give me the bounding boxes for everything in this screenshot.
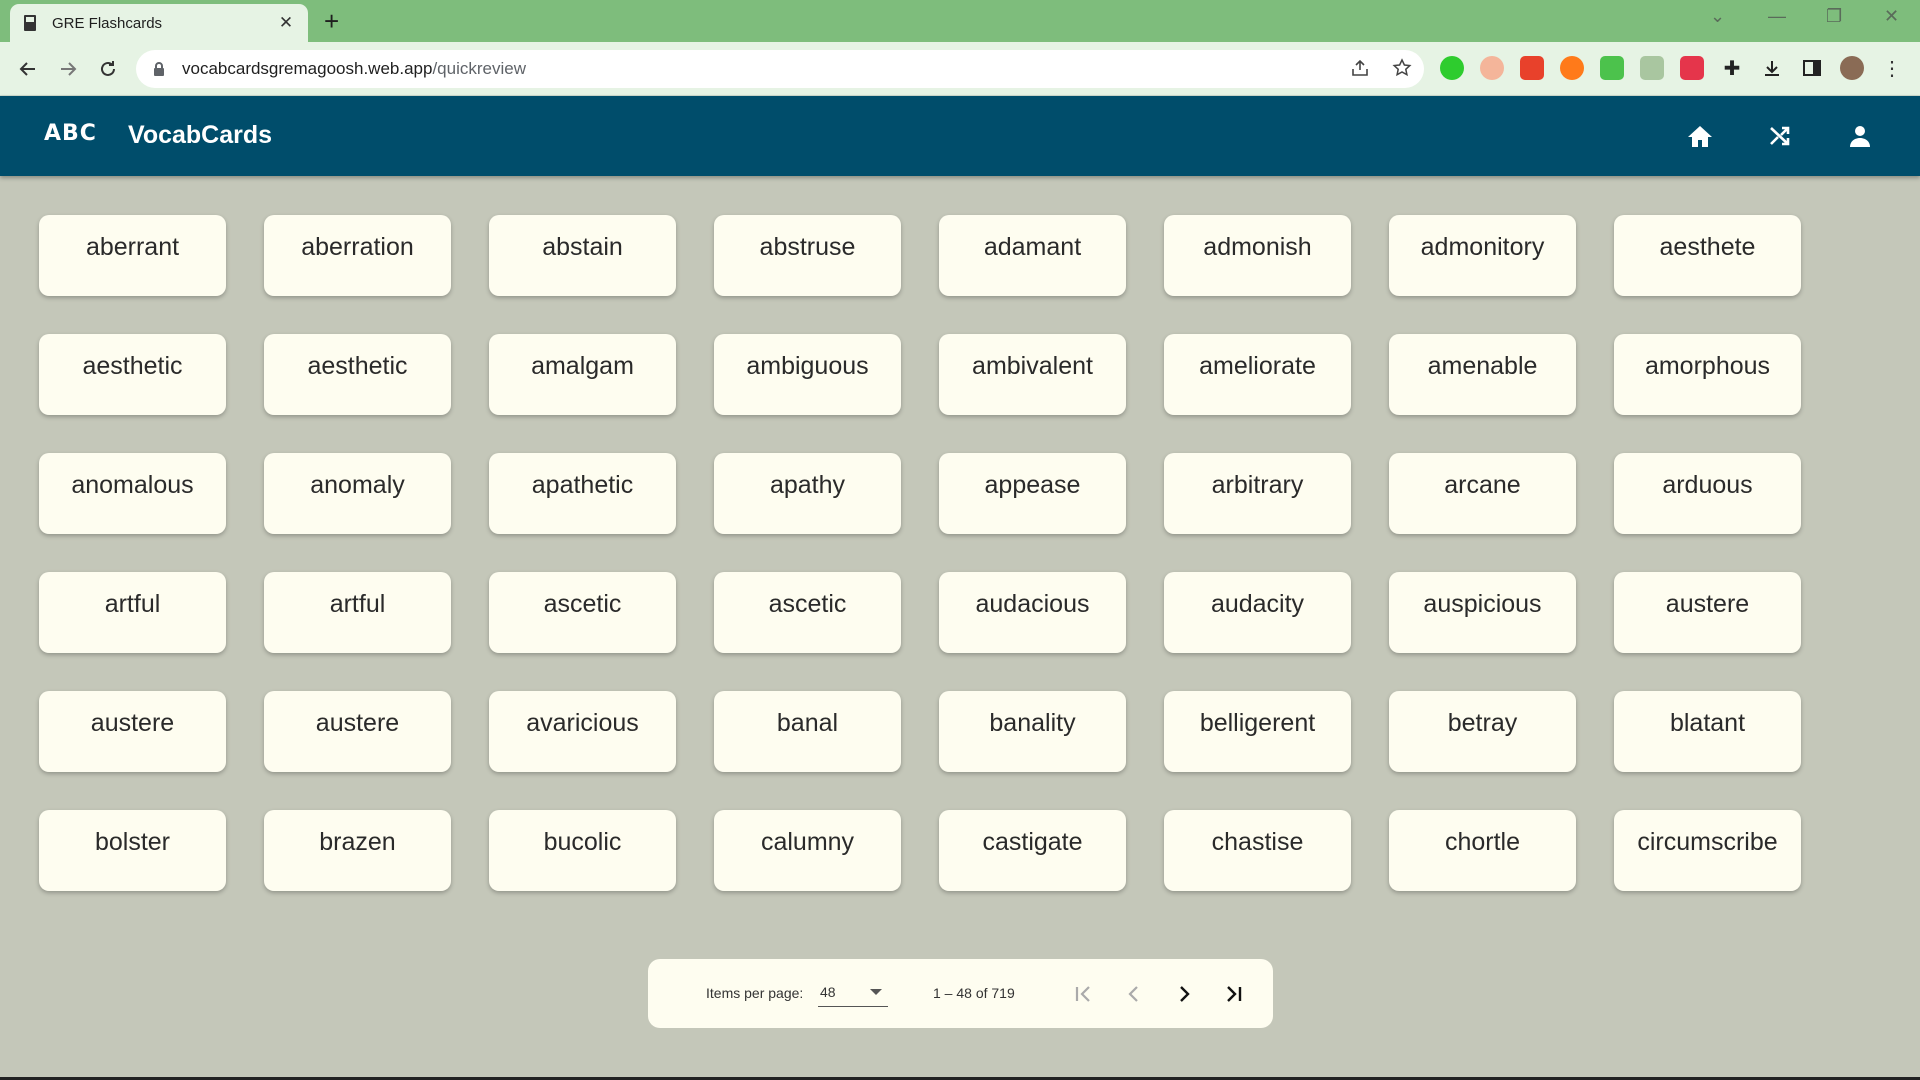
previous-page-icon[interactable]: [1116, 976, 1152, 1012]
back-icon[interactable]: [12, 53, 44, 85]
app-title[interactable]: VocabCards: [128, 121, 272, 150]
flashcard[interactable]: aberrant: [39, 215, 226, 296]
flashcard[interactable]: ameliorate: [1164, 334, 1351, 415]
flashcard[interactable]: amalgam: [489, 334, 676, 415]
flashcard[interactable]: chastise: [1164, 810, 1351, 891]
extension-mail-icon[interactable]: [1640, 56, 1664, 80]
app-logo[interactable]: ABC: [44, 121, 97, 146]
flashcard[interactable]: arcane: [1389, 453, 1576, 534]
lock-icon[interactable]: [150, 60, 168, 78]
flashcard[interactable]: amenable: [1389, 334, 1576, 415]
items-per-page-label: Items per page:: [706, 985, 804, 1001]
flashcard[interactable]: adamant: [939, 215, 1126, 296]
flashcard-favicon-icon: [22, 14, 38, 32]
flashcard[interactable]: admonish: [1164, 215, 1351, 296]
flashcard[interactable]: artful: [39, 572, 226, 653]
flashcard[interactable]: arduous: [1614, 453, 1801, 534]
account-icon[interactable]: [1842, 118, 1878, 154]
flashcard[interactable]: auspicious: [1389, 572, 1576, 653]
flashcard[interactable]: anomalous: [39, 453, 226, 534]
flashcard[interactable]: bucolic: [489, 810, 676, 891]
flashcard[interactable]: aesthete: [1614, 215, 1801, 296]
download-icon[interactable]: [1760, 56, 1784, 80]
items-per-page-select[interactable]: 48: [818, 977, 888, 1007]
extension-lock-icon[interactable]: [1600, 56, 1624, 80]
close-window-icon[interactable]: ✕: [1884, 6, 1899, 27]
flashcard[interactable]: ambiguous: [714, 334, 901, 415]
paginator: Items per page: 48 1 – 48 of 719: [648, 959, 1273, 1028]
restore-icon[interactable]: ❐: [1826, 6, 1842, 27]
flashcard-grid: aberrant aberration abstain abstruse adamant…: [39, 215, 1801, 891]
flashcard[interactable]: austere: [39, 691, 226, 772]
url-path: /quickreview: [432, 59, 526, 78]
flashcard[interactable]: banality: [939, 691, 1126, 772]
flashcard[interactable]: brazen: [264, 810, 451, 891]
flashcard[interactable]: belligerent: [1164, 691, 1351, 772]
first-page-icon[interactable]: [1066, 976, 1102, 1012]
close-tab-icon[interactable]: ✕: [276, 13, 296, 33]
flashcard[interactable]: austere: [264, 691, 451, 772]
items-per-page-value: 48: [820, 983, 836, 1000]
bookmark-star-icon[interactable]: [1392, 58, 1412, 83]
flashcard[interactable]: ascetic: [489, 572, 676, 653]
flashcard[interactable]: calumny: [714, 810, 901, 891]
flashcard[interactable]: ascetic: [714, 572, 901, 653]
flashcard[interactable]: blatant: [1614, 691, 1801, 772]
page-range-label: 1 – 48 of 719: [933, 985, 1015, 1001]
flashcard[interactable]: betray: [1389, 691, 1576, 772]
extension-red-icon[interactable]: [1520, 56, 1544, 80]
flashcard[interactable]: avaricious: [489, 691, 676, 772]
extension-peach-icon[interactable]: [1480, 56, 1504, 80]
url-host: vocabcardsgremagoosh.web.app: [182, 59, 433, 78]
reload-icon[interactable]: [92, 53, 124, 85]
minimize-icon[interactable]: —: [1768, 6, 1786, 27]
flashcard[interactable]: ambivalent: [939, 334, 1126, 415]
browser-tab-strip: GRE Flashcards ✕ + ⌄ — ❐ ✕: [0, 0, 1920, 42]
flashcard[interactable]: circumscribe: [1614, 810, 1801, 891]
last-page-icon[interactable]: [1216, 976, 1252, 1012]
extension-green-icon[interactable]: [1440, 56, 1464, 80]
flashcard[interactable]: banal: [714, 691, 901, 772]
flashcard[interactable]: aesthetic: [264, 334, 451, 415]
flashcard[interactable]: chortle: [1389, 810, 1576, 891]
flashcard[interactable]: admonitory: [1389, 215, 1576, 296]
side-panel-icon[interactable]: [1800, 56, 1824, 80]
browser-tab[interactable]: GRE Flashcards ✕: [10, 4, 308, 42]
app-header: ABC VocabCards: [0, 96, 1920, 176]
flashcard[interactable]: abstruse: [714, 215, 901, 296]
extensions-puzzle-icon[interactable]: ✚: [1720, 56, 1744, 80]
flashcard[interactable]: audacious: [939, 572, 1126, 653]
browser-toolbar: vocabcardsgremagoosh.web.app/quickreview…: [0, 42, 1920, 96]
profile-avatar[interactable]: [1840, 56, 1864, 80]
flashcard[interactable]: arbitrary: [1164, 453, 1351, 534]
address-bar[interactable]: vocabcardsgremagoosh.web.app/quickreview: [136, 50, 1424, 88]
tab-title: GRE Flashcards: [52, 14, 163, 32]
tab-search-chevron-icon[interactable]: ⌄: [1710, 6, 1725, 27]
flashcard[interactable]: bolster: [39, 810, 226, 891]
flashcard[interactable]: artful: [264, 572, 451, 653]
flashcard[interactable]: apathetic: [489, 453, 676, 534]
flashcard[interactable]: audacity: [1164, 572, 1351, 653]
flashcard[interactable]: abstain: [489, 215, 676, 296]
flashcard[interactable]: austere: [1614, 572, 1801, 653]
extension-orange-icon[interactable]: [1560, 56, 1584, 80]
flashcard[interactable]: appease: [939, 453, 1126, 534]
home-icon[interactable]: [1682, 118, 1718, 154]
flashcard[interactable]: amorphous: [1614, 334, 1801, 415]
flashcard[interactable]: anomaly: [264, 453, 451, 534]
flashcard[interactable]: castigate: [939, 810, 1126, 891]
share-icon[interactable]: [1350, 58, 1370, 83]
browser-menu-icon[interactable]: ⋮: [1880, 56, 1904, 80]
flashcard[interactable]: aberration: [264, 215, 451, 296]
dropdown-caret-icon: [870, 989, 882, 995]
flashcard[interactable]: aesthetic: [39, 334, 226, 415]
new-tab-icon[interactable]: +: [324, 6, 339, 36]
shuffle-icon[interactable]: [1762, 118, 1798, 154]
extension-grid-icon[interactable]: [1680, 56, 1704, 80]
next-page-icon[interactable]: [1166, 976, 1202, 1012]
forward-icon[interactable]: [52, 53, 84, 85]
flashcard[interactable]: apathy: [714, 453, 901, 534]
